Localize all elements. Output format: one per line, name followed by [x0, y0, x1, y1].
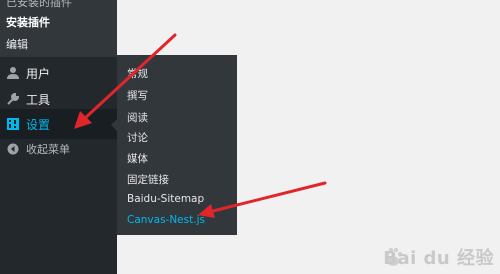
flyout-item-discussion[interactable]: 讨论: [127, 130, 148, 145]
submenu-item-installed-plugins[interactable]: 已安装的插件: [6, 0, 72, 10]
baidu-jingyan-watermark: Bai du 经验: [383, 248, 494, 269]
collapse-menu-label: 收起菜单: [26, 143, 70, 156]
plugins-submenu: 已安装的插件 安装插件 编辑: [0, 0, 117, 57]
flyout-item-writing[interactable]: 撰写: [127, 88, 148, 103]
flyout-item-general[interactable]: 常规: [127, 66, 148, 81]
flyout-item-canvas-nest[interactable]: Canvas-Nest.js: [127, 214, 205, 226]
flyout-item-media[interactable]: 媒体: [127, 151, 148, 166]
admin-sidebar: 已安装的插件 安装插件 编辑 用户 工具 设置 收起菜单: [0, 0, 117, 274]
flyout-item-permalinks[interactable]: 固定链接: [127, 172, 169, 187]
settings-flyout-submenu: 常规 撰写 阅读 讨论 媒体 固定链接 Baidu-Sitemap Canvas…: [117, 55, 237, 235]
collapse-menu-button[interactable]: 收起菜单: [0, 134, 117, 164]
collapse-icon: [3, 143, 23, 155]
submenu-item-editor[interactable]: 编辑: [6, 36, 28, 52]
flyout-item-reading[interactable]: 阅读: [127, 110, 148, 125]
menu-item-users-label: 用户: [26, 66, 51, 81]
wrench-icon: [3, 92, 23, 106]
submenu-item-add-plugins[interactable]: 安装插件: [6, 14, 50, 30]
menu-item-tools-label: 工具: [26, 92, 51, 107]
menu-item-settings-label: 设置: [26, 117, 51, 132]
flyout-item-baidu-sitemap[interactable]: Baidu-Sitemap: [127, 193, 204, 205]
settings-icon: [3, 117, 23, 131]
user-icon: [3, 66, 23, 80]
